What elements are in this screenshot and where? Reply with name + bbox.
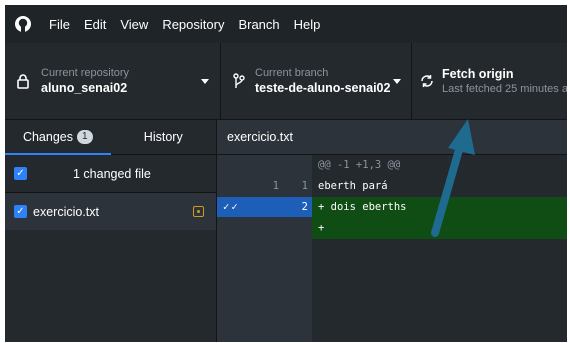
diff-line-added[interactable]: ✓✓ 2 + dois eberths bbox=[217, 197, 567, 218]
current-branch-button[interactable]: Current branch teste-de-aluno-senai02 bbox=[221, 43, 412, 119]
menu-view[interactable]: View bbox=[120, 17, 148, 32]
old-line-number bbox=[253, 197, 283, 218]
current-repository-button[interactable]: Current repository aluno_senai02 bbox=[5, 43, 221, 119]
last-fetched-text: Last fetched 25 minutes ago bbox=[442, 83, 567, 95]
git-branch-icon bbox=[231, 73, 247, 89]
fetch-origin-title: Fetch origin bbox=[442, 67, 514, 81]
chevron-down-icon bbox=[393, 79, 401, 84]
tab-changes-label: Changes bbox=[22, 130, 73, 144]
select-all-checkbox[interactable]: ✓ bbox=[14, 167, 27, 180]
menu-help[interactable]: Help bbox=[294, 17, 321, 32]
sync-icon bbox=[420, 73, 434, 89]
diff-line-text: + dois eberths bbox=[318, 201, 407, 213]
changed-files-count-text: 1 changed file bbox=[73, 166, 151, 181]
current-repository-label: Current repository bbox=[41, 67, 130, 79]
github-logo-icon bbox=[13, 14, 33, 34]
menu-file[interactable]: File bbox=[49, 17, 70, 32]
changes-sidebar: Changes 1 History ✓ 1 changed file ✓ exe… bbox=[5, 120, 217, 342]
menu-branch[interactable]: Branch bbox=[238, 17, 279, 32]
diff-line-context: 1 1 eberth pará bbox=[217, 176, 567, 197]
current-repository-name: aluno_senai02 bbox=[41, 81, 128, 95]
old-line-number: 1 bbox=[253, 176, 283, 197]
changed-files-summary: ✓ 1 changed file bbox=[5, 155, 216, 193]
new-line-number: 2 bbox=[283, 197, 312, 218]
diff-file-header: exercicio.txt bbox=[217, 120, 567, 155]
lock-icon bbox=[15, 73, 31, 89]
chevron-down-icon bbox=[201, 79, 209, 84]
fetch-origin-button[interactable]: Fetch origin Last fetched 25 minutes ago bbox=[412, 43, 567, 119]
tab-history[interactable]: History bbox=[111, 120, 217, 154]
tab-history-label: History bbox=[143, 130, 183, 144]
list-item[interactable]: ✓ exercicio.txt bbox=[5, 193, 216, 230]
current-branch-label: Current branch bbox=[255, 67, 329, 79]
menu-repository[interactable]: Repository bbox=[162, 17, 224, 32]
changes-count-badge: 1 bbox=[76, 130, 93, 144]
tab-changes[interactable]: Changes 1 bbox=[5, 120, 111, 155]
diff-hunk-header: @@ -1 +1,3 @@ bbox=[217, 155, 567, 176]
menu-edit[interactable]: Edit bbox=[84, 17, 106, 32]
file-checkbox[interactable]: ✓ bbox=[14, 205, 27, 218]
diff-line-text: + bbox=[318, 222, 325, 234]
sidebar-tabs: Changes 1 History bbox=[5, 120, 216, 155]
toolbar: Current repository aluno_senai02 Current… bbox=[5, 43, 567, 120]
title-bar: File Edit View Repository Branch Help bbox=[5, 5, 567, 43]
file-name: exercicio.txt bbox=[33, 204, 99, 219]
diff-line-text: eberth pará bbox=[318, 180, 388, 192]
current-branch-name: teste-de-aluno-senai02 bbox=[255, 81, 391, 95]
hunk-header-text: @@ -1 +1,3 @@ bbox=[318, 159, 401, 171]
diff-file-name: exercicio.txt bbox=[227, 130, 293, 144]
diff-panel: exercicio.txt @@ -1 +1,3 @@ 1 1 eberth p… bbox=[217, 120, 567, 342]
line-selected-check-icon[interactable]: ✓✓ bbox=[217, 197, 253, 218]
file-modified-icon bbox=[193, 206, 204, 217]
new-line-number: 1 bbox=[283, 176, 312, 197]
github-desktop-window: File Edit View Repository Branch Help Cu… bbox=[5, 5, 567, 342]
diff-gutter bbox=[217, 217, 312, 342]
